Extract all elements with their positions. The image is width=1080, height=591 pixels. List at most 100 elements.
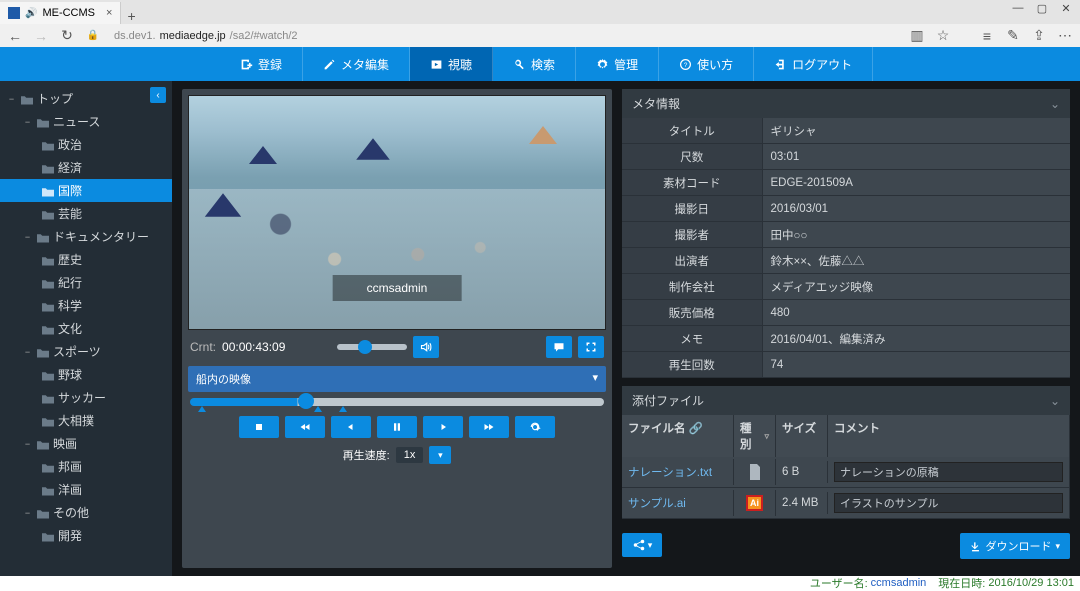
back-button[interactable]: ← [6,27,24,45]
favorite-icon[interactable]: ☆ [934,27,952,45]
fastforward-button[interactable] [469,416,509,438]
tree-item[interactable]: 芸能 [0,202,172,225]
maximize-button[interactable]: ▢ [1032,2,1052,15]
meta-row: 撮影者田中○○ [622,222,1070,248]
more-icon[interactable]: ⋯ [1056,27,1074,45]
attachment-comment-input[interactable] [834,462,1063,482]
next-frame-button[interactable] [423,416,463,438]
video-player[interactable]: ccmsadmin [188,95,606,330]
note-icon[interactable]: ✎ [1004,27,1022,45]
tree-item[interactable]: 歴史 [0,248,172,271]
hub-icon[interactable]: ≡ [978,27,996,45]
close-window-button[interactable]: ✕ [1056,2,1076,15]
nav-logout[interactable]: ログアウト [754,47,873,81]
meta-row: 素材コードEDGE-201509A [622,170,1070,196]
speed-label: 再生速度: [343,447,390,463]
tree-cat[interactable]: −スポーツ [0,340,172,363]
status-bar: ユーザー名: ccmsadmin 現在日時: 2016/10/29 13:01 [0,576,1080,590]
stop-button[interactable] [239,416,279,438]
tree-item[interactable]: 野球 [0,363,172,386]
speed-dropdown-button[interactable]: ▾ [429,446,451,464]
nav-usage[interactable]: ?使い方 [659,47,754,81]
attachment-file-link[interactable]: ナレーション.txt [622,459,734,485]
meta-row: 尺数03:01 [622,144,1070,170]
tree-item[interactable]: 文化 [0,317,172,340]
video-watermark: ccmsadmin [333,275,462,301]
tree-item[interactable]: 大相撲 [0,409,172,432]
download-button[interactable]: ダウンロード▾ [960,533,1070,559]
sidebar-collapse-button[interactable]: ‹ [150,87,166,103]
file-type-icon [734,459,776,485]
meta-row: 制作会社メディアエッジ映像 [622,274,1070,300]
browser-tab[interactable]: 🔊 ME-CCMS × [0,2,121,24]
close-tab-icon[interactable]: × [106,7,112,19]
chevron-down-icon: ▾ [592,371,598,387]
attachments-header-row: ファイル名 🔗 種別▿ サイズ コメント [622,415,1070,457]
meta-row: 販売価格480 [622,300,1070,326]
nav-search[interactable]: 検索 [493,47,576,81]
lock-icon: 🔒 [84,27,102,45]
tree-item[interactable]: 政治 [0,133,172,156]
tree-item[interactable]: 開発 [0,524,172,547]
attachment-file-link[interactable]: サンプル.ai [622,490,734,516]
meta-row: 撮影日2016/03/01 [622,196,1070,222]
rewind-button[interactable] [285,416,325,438]
refresh-button[interactable]: ↻ [58,27,76,45]
tree-root[interactable]: −トップ [0,87,172,110]
loop-button[interactable] [515,416,555,438]
pause-button[interactable] [377,416,417,438]
attachment-row: ナレーション.txt 6 B [622,457,1070,488]
tree-item[interactable]: サッカー [0,386,172,409]
tree-item[interactable]: 洋画 [0,478,172,501]
seek-slider[interactable] [190,398,604,406]
meta-row: 出演者鈴木××、佐藤△△ [622,248,1070,274]
player-panel: ccmsadmin Crnt: 00:00:43:09 船内の映像▾ [182,89,612,568]
nav-manage[interactable]: 管理 [576,47,659,81]
fullscreen-button[interactable] [578,336,604,358]
volume-slider[interactable] [337,344,407,350]
reading-view-icon[interactable]: ▥ [908,27,926,45]
crnt-label: Crnt: [190,340,216,354]
tree-item[interactable]: 紀行 [0,271,172,294]
nav-watch[interactable]: 視聴 [410,47,493,81]
attachment-row: サンプル.ai Ai 2.4 MB [622,488,1070,519]
clip-dropdown[interactable]: 船内の映像▾ [188,366,606,392]
meta-row: 再生回数74 [622,352,1070,378]
nav-register[interactable]: 登録 [220,47,303,81]
nav-meta-edit[interactable]: メタ編集 [303,47,410,81]
filter-icon[interactable]: ▿ [764,431,769,442]
comment-button[interactable] [546,336,572,358]
tree-item[interactable]: 科学 [0,294,172,317]
tree-cat[interactable]: −ニュース [0,110,172,133]
tree-item[interactable]: 国際 [0,179,172,202]
file-type-icon: Ai [734,490,776,516]
tree-cat[interactable]: −映画 [0,432,172,455]
meta-section: メタ情報 ⌄ タイトルギリシャ尺数03:01素材コードEDGE-201509A撮影… [622,89,1070,378]
volume-button[interactable] [413,336,439,358]
forward-button[interactable]: → [32,27,50,45]
sidebar: ‹ −トップ−ニュース政治経済国際芸能−ドキュメンタリー歴史紀行科学文化−スポー… [0,81,172,576]
meta-table: タイトルギリシャ尺数03:01素材コードEDGE-201509A撮影日2016/… [622,118,1070,378]
new-tab-button[interactable]: + [121,8,141,24]
favicon [8,7,20,19]
attachments-head: 添付ファイル [632,392,704,409]
share-icon[interactable]: ⇪ [1030,27,1048,45]
prev-frame-button[interactable] [331,416,371,438]
address-bar[interactable]: ds.dev1.mediaedge.jp/sa2/#watch/2 [110,30,900,42]
tab-title: ME-CCMS [42,7,95,19]
speed-value: 1x [396,447,424,463]
meta-head: メタ情報 [632,95,680,112]
meta-row: メモ2016/04/01、編集済み [622,326,1070,352]
attachment-size: 6 B [776,461,828,483]
minimize-button[interactable]: — [1008,2,1028,15]
tree-item[interactable]: 経済 [0,156,172,179]
chevron-down-icon[interactable]: ⌄ [1050,97,1060,111]
tree-cat[interactable]: −その他 [0,501,172,524]
tree-item[interactable]: 邦画 [0,455,172,478]
chevron-down-icon[interactable]: ⌄ [1050,394,1060,408]
crnt-value: 00:00:43:09 [222,340,285,354]
share-button[interactable]: ▾ [622,533,662,557]
attachment-comment-input[interactable] [834,493,1063,513]
link-icon: 🔗 [689,423,703,435]
tree-cat[interactable]: −ドキュメンタリー [0,225,172,248]
